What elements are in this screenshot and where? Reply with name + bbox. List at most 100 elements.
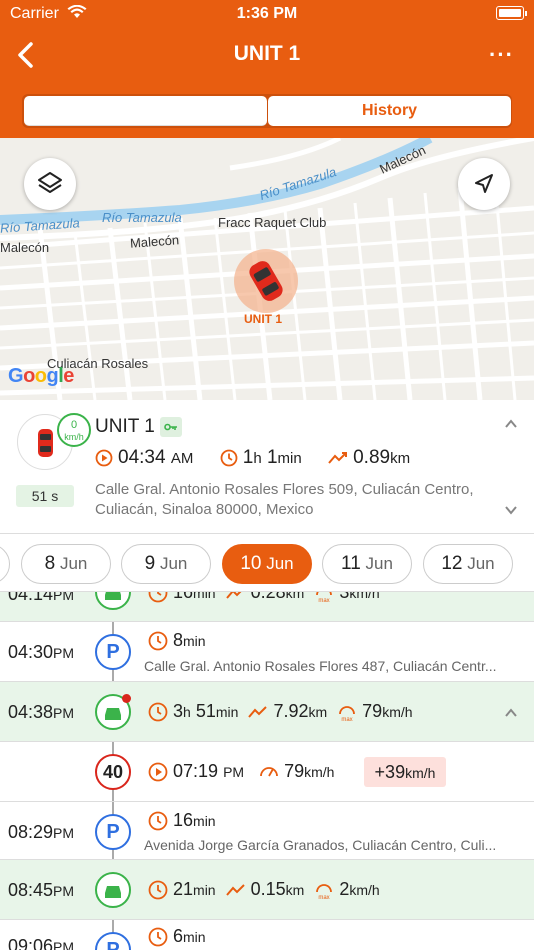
event-duration: 21 xyxy=(173,879,194,899)
event-distance-unit: km xyxy=(285,592,305,601)
unit-distance-unit: km xyxy=(390,450,411,467)
overspeed-unit: km/h xyxy=(405,765,436,781)
date-month: Jun xyxy=(467,554,495,573)
event-time-value: 08:45 xyxy=(8,880,54,900)
max-speed-icon: max xyxy=(339,706,356,722)
date-day: 9 xyxy=(144,553,156,574)
key-icon xyxy=(160,417,182,437)
distance-icon xyxy=(328,451,348,464)
google-logo: Google xyxy=(8,365,74,387)
layers-icon xyxy=(38,172,62,193)
max-speed-icon: max xyxy=(316,884,333,900)
date-day: 8 xyxy=(44,553,56,574)
car-front-icon xyxy=(105,592,121,600)
date-day: 12 xyxy=(441,553,463,574)
event-time-value: 09:06 xyxy=(8,936,54,950)
status-time: 1:36 PM xyxy=(236,5,298,22)
chevron-up-icon[interactable] xyxy=(504,706,518,720)
history-list[interactable]: 04:14PM 16min 0.28km max 3km/h 04:30PM P … xyxy=(0,592,534,950)
svg-text:max: max xyxy=(319,598,330,603)
event-time: 08:29PM xyxy=(8,822,74,843)
clock-icon xyxy=(148,702,168,722)
battery-icon xyxy=(496,6,527,20)
unit-info-card: 0 km/h 51 s UNIT 1 04:34 AM 1h 1min 0.89k… xyxy=(0,400,534,534)
unit-elapsed-min: 1 xyxy=(266,447,278,468)
more-button[interactable]: ··· xyxy=(489,42,514,68)
play-clock-icon xyxy=(95,449,113,467)
speed-badge: 0 km/h xyxy=(57,413,91,447)
event-speed-unit: km/h xyxy=(304,764,335,780)
date-chip-12[interactable]: 12 Jun xyxy=(423,544,513,584)
event-row-parking[interactable]: 04:30PM P 8min Calle Gral. Antonio Rosal… xyxy=(0,622,534,682)
chevron-up-icon[interactable] xyxy=(504,417,518,431)
speed-limit-node: 40 xyxy=(95,754,131,790)
event-duration-cell: 16min xyxy=(148,810,216,831)
distance-icon xyxy=(225,884,245,896)
clock-icon xyxy=(148,631,168,651)
unit-time-suffix: AM xyxy=(170,450,194,467)
map-label-rio-2: Río Tamazula xyxy=(102,210,182,225)
trip-node xyxy=(95,872,131,908)
event-distance: 0.15 xyxy=(250,879,286,899)
event-duration-cell: 6min xyxy=(148,926,206,947)
date-day: 10 xyxy=(240,553,262,574)
tab-history[interactable]: History xyxy=(268,96,511,126)
date-month: Jun xyxy=(159,554,188,573)
max-speed-icon: max xyxy=(316,592,333,603)
date-chip-10[interactable]: 10 Jun xyxy=(222,544,312,584)
parking-node: P xyxy=(95,814,131,850)
event-duration-unit: min xyxy=(193,882,216,898)
event-duration: 16 xyxy=(173,810,194,830)
unit-distance: 0.89 xyxy=(353,447,391,468)
event-row-trip[interactable]: 04:14PM 16min 0.28km max 3km/h xyxy=(0,592,534,622)
date-prev[interactable] xyxy=(0,544,10,584)
event-duration: 8 xyxy=(173,630,184,650)
unit-address: Calle Gral. Antonio Rosales Flores 509, … xyxy=(95,481,474,518)
event-duration-cell: 8min xyxy=(148,630,206,651)
event-time: 09:06PM xyxy=(8,936,74,950)
event-row-parking[interactable]: 09:06PM P 6min xyxy=(0,920,534,950)
date-chip-9[interactable]: 9 Jun xyxy=(121,544,211,584)
event-duration-h: 3 xyxy=(173,701,184,721)
event-speed: 79 xyxy=(284,761,305,781)
event-max-speed: 79 xyxy=(362,701,383,721)
speed-unit: km/h xyxy=(64,432,84,442)
segmented-control: Info History xyxy=(22,94,512,128)
trip-node xyxy=(95,694,131,730)
layers-button[interactable] xyxy=(24,158,76,210)
event-max-speed-unit: km/h xyxy=(349,882,380,898)
duration-badge: 51 s xyxy=(16,485,74,507)
tab-info[interactable]: Info xyxy=(24,96,267,126)
unit-stats: 04:34 AM 1h 1min 0.89km xyxy=(95,447,410,473)
event-distance-unit: km xyxy=(308,704,328,720)
unit-name: UNIT 1 xyxy=(95,416,155,437)
event-distance: 7.92 xyxy=(273,701,309,721)
locate-button[interactable] xyxy=(458,158,510,210)
speedometer-icon xyxy=(260,767,278,777)
event-row-speeding[interactable]: 40 07:19 PM 79km/h +39km/h xyxy=(0,742,534,802)
event-row-trip[interactable]: 08:45PM 21min 0.15km max 2km/h xyxy=(0,860,534,920)
date-chip-11[interactable]: 11 Jun xyxy=(322,544,412,584)
map-label-malecon-left: Malecón xyxy=(0,240,50,255)
map-view[interactable]: Malecón Río Tamazula Río Tamazula Río Ta… xyxy=(0,138,534,400)
clock-icon xyxy=(148,880,168,900)
event-duration: 16 xyxy=(173,592,194,602)
unit-elapsed-min-unit: min xyxy=(277,450,302,467)
trip-node xyxy=(95,592,131,610)
event-row-parking[interactable]: 08:29PM P 16min Avenida Jorge García Gra… xyxy=(0,802,534,860)
chevron-down-icon[interactable] xyxy=(504,503,518,517)
event-stats: 16min 0.28km max 3km/h xyxy=(148,592,380,603)
event-time-value: 04:30 xyxy=(8,642,54,662)
event-row-trip[interactable]: 04:38PM 3h 51min 7.92km max 79km/h xyxy=(0,682,534,742)
event-time: 04:14PM xyxy=(8,592,74,605)
event-time: 04:30PM xyxy=(8,642,74,663)
event-speeding-ampm: PM xyxy=(223,764,245,780)
map-label-fracc: Fracc Raquet Club xyxy=(218,215,327,230)
clock-icon xyxy=(148,927,168,947)
event-time: 08:45PM xyxy=(8,880,74,901)
date-chip-8[interactable]: 8 Jun xyxy=(21,544,111,584)
overspeed-badge: +39km/h xyxy=(364,757,446,787)
clock-icon xyxy=(148,592,168,603)
overspeed-value: +39 xyxy=(374,762,406,782)
navigation-arrow-icon xyxy=(475,174,493,193)
